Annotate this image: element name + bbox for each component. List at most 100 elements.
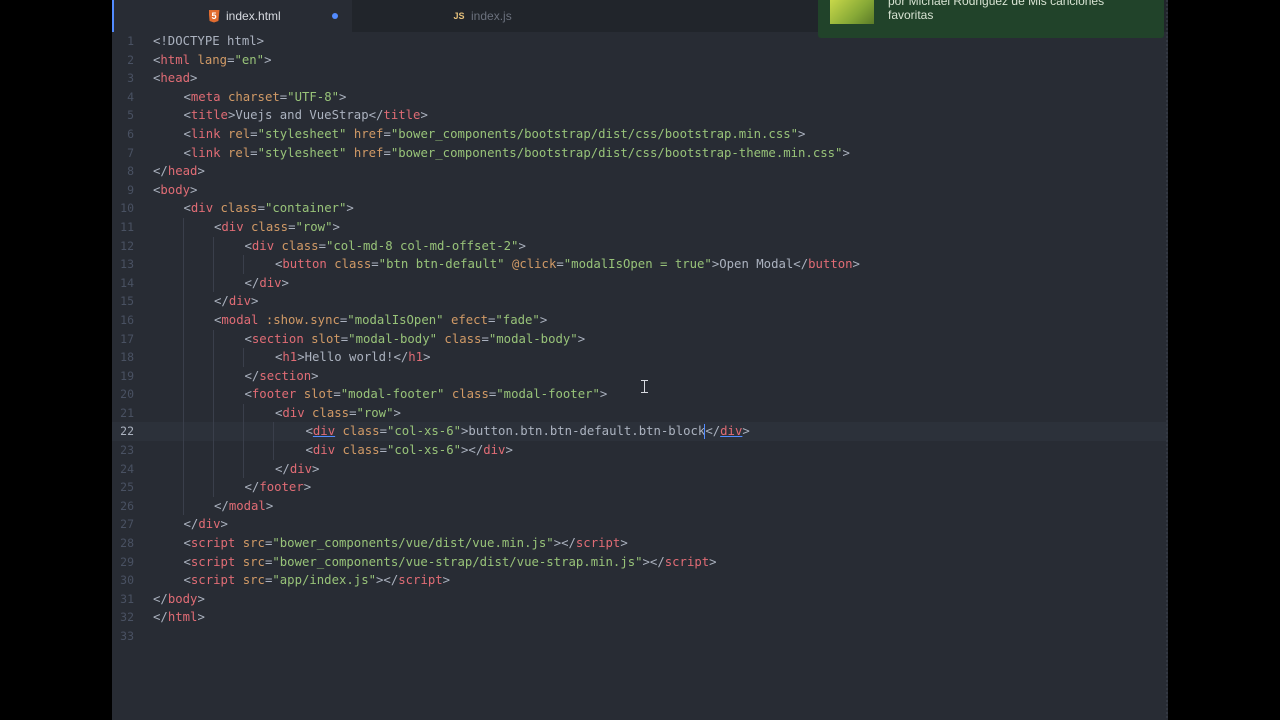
line-number: 14 xyxy=(120,275,134,290)
mouse-ibeam-cursor xyxy=(641,380,648,393)
line-number: 13 xyxy=(120,257,134,272)
js-icon: JS xyxy=(453,11,465,21)
line-number: 28 xyxy=(120,536,134,551)
code-line[interactable]: 16 <modal :show.sync="modalIsOpen" efect=… xyxy=(112,310,1168,330)
code-line[interactable]: 17 <section slot="modal-body" class="moda… xyxy=(112,329,1168,349)
code-text: <meta charset="UTF-8"> xyxy=(183,89,347,104)
tab-index-html[interactable]: index.html xyxy=(112,0,352,32)
indent-guide xyxy=(213,273,214,293)
indent-guide xyxy=(243,348,244,367)
line-number: 19 xyxy=(120,368,134,383)
indent-guide xyxy=(243,255,244,274)
indent-guide xyxy=(183,255,184,274)
code-line[interactable]: 30 <script src="app/index.js"></script> xyxy=(112,571,1168,590)
code-line[interactable]: 10 <div class="container"> xyxy=(112,199,1168,218)
code-text: <div class="row"> xyxy=(214,219,340,234)
code-text: <link rel="stylesheet" href="bower_compo… xyxy=(183,126,806,141)
right-letterbox xyxy=(1168,0,1280,720)
code-text: <h1>Hello world!</h1> xyxy=(275,350,431,365)
code-text: <script src="bower_components/vue-strap/… xyxy=(183,554,717,569)
line-number: 30 xyxy=(120,573,134,588)
code-line[interactable]: 29 <script src="bower_components/vue-stra… xyxy=(112,553,1168,572)
code-editor[interactable]: index.html JS index.js 1 <!DOCTYPE html> 2… xyxy=(112,0,1168,720)
code-line[interactable]: 5 <title>Vuejs and VueStrap</title> xyxy=(112,106,1168,125)
line-number: 32 xyxy=(120,610,134,625)
code-line[interactable]: 6 <link rel="stylesheet" href="bower_comp… xyxy=(112,125,1168,144)
line-number: 6 xyxy=(127,126,134,141)
code-text: <script src="bower_components/vue/dist/v… xyxy=(183,536,628,551)
code-text: </div> xyxy=(275,461,320,476)
code-line[interactable]: 32 </html> xyxy=(112,608,1168,627)
code-line[interactable]: 33 xyxy=(112,627,1168,646)
indent-guide xyxy=(213,403,214,423)
code-line[interactable]: 23 <div class="col-xs-6"></div> xyxy=(112,441,1168,460)
line-number: 31 xyxy=(120,591,134,606)
code-line[interactable]: 24 </div> xyxy=(112,459,1168,479)
indent-guide xyxy=(243,441,244,460)
line-number: 17 xyxy=(120,331,134,346)
line-number: 29 xyxy=(120,554,134,569)
line-number: 8 xyxy=(127,164,134,179)
scrollbar-edge[interactable] xyxy=(1166,0,1168,720)
code-line[interactable]: 27 </div> xyxy=(112,515,1168,534)
code-line[interactable]: 8 </head> xyxy=(112,162,1168,181)
indent-guide xyxy=(183,441,184,460)
code-text: <section slot="modal-body" class="modal-… xyxy=(244,331,586,346)
code-text: <link rel="stylesheet" href="bower_compo… xyxy=(183,145,850,160)
album-thumbnail xyxy=(830,0,874,24)
code-line[interactable]: 9 <body> xyxy=(112,181,1168,200)
code-line[interactable]: 22 <div class="col-xs-6">button.btn.btn-d… xyxy=(112,422,1168,442)
indent-guide xyxy=(183,385,184,404)
indent-guide xyxy=(183,348,184,367)
line-number: 12 xyxy=(120,238,134,253)
indent-guide xyxy=(273,422,274,442)
line-number: 23 xyxy=(120,443,134,458)
indent-guide xyxy=(183,310,184,330)
code-text: </div> xyxy=(244,275,289,290)
indent-guide xyxy=(183,329,184,349)
code-line[interactable]: 2 <html lang="en"> xyxy=(112,51,1168,70)
code-text: <footer slot="modal-footer" class="modal… xyxy=(244,387,608,402)
tab-label: index.js xyxy=(471,9,512,23)
notification-text: por Michael Rodriguez de Mis canciones f… xyxy=(888,0,1105,22)
code-text: <modal :show.sync="modalIsOpen" efect="f… xyxy=(214,312,548,327)
line-number: 7 xyxy=(127,145,134,160)
code-text: <div class="col-md-8 col-md-offset-2"> xyxy=(244,238,526,253)
code-area[interactable]: 1 <!DOCTYPE html> 2 <html lang="en"> 3 <head>… xyxy=(112,32,1168,646)
code-line[interactable]: 7 <link rel="stylesheet" href="bower_comp… xyxy=(112,144,1168,163)
line-number: 9 xyxy=(127,182,134,197)
line-number: 24 xyxy=(120,461,134,476)
left-letterbox xyxy=(0,0,112,720)
line-number: 20 xyxy=(120,387,134,402)
tab-index-js[interactable]: JS index.js xyxy=(442,0,682,32)
code-line[interactable]: 15 </div> xyxy=(112,292,1168,311)
music-notification[interactable]: por Michael Rodriguez de Mis canciones f… xyxy=(818,0,1164,38)
code-line[interactable]: 31 </body> xyxy=(112,590,1168,609)
code-line[interactable]: 18 <h1>Hello world!</h1> xyxy=(112,348,1168,367)
indent-guide xyxy=(213,366,214,386)
line-number: 11 xyxy=(120,219,134,234)
code-line[interactable]: 13 <button class="btn btn-default" @click… xyxy=(112,255,1168,274)
code-line[interactable]: 4 <meta charset="UTF-8"> xyxy=(112,88,1168,107)
line-number: 3 xyxy=(127,71,134,86)
code-text: <button class="btn btn-default" @click="… xyxy=(275,257,860,272)
code-line[interactable]: 11 <div class="row"> xyxy=(112,217,1168,237)
code-line[interactable]: 25 </footer> xyxy=(112,478,1168,497)
code-text: <head> xyxy=(153,71,198,86)
code-line[interactable]: 20 <footer slot="modal-footer" class="mod… xyxy=(112,385,1168,404)
code-line[interactable]: 21 <div class="row"> xyxy=(112,403,1168,423)
indent-guide xyxy=(183,496,184,516)
indent-guide xyxy=(213,255,214,274)
code-line[interactable]: 14 </div> xyxy=(112,273,1168,293)
code-line[interactable]: 19 </section> xyxy=(112,366,1168,386)
code-line[interactable]: 26 </modal> xyxy=(112,496,1168,516)
line-number: 16 xyxy=(120,312,134,327)
line-number: 4 xyxy=(127,89,134,104)
indent-guide xyxy=(183,459,184,479)
code-line[interactable]: 28 <script src="bower_components/vue/dist… xyxy=(112,534,1168,553)
code-line[interactable]: 3 <head> xyxy=(112,69,1168,88)
indent-guide xyxy=(183,236,184,256)
code-text: </head> xyxy=(153,164,205,179)
indent-guide xyxy=(213,441,214,460)
code-line[interactable]: 12 <div class="col-md-8 col-md-offset-2"> xyxy=(112,236,1168,256)
